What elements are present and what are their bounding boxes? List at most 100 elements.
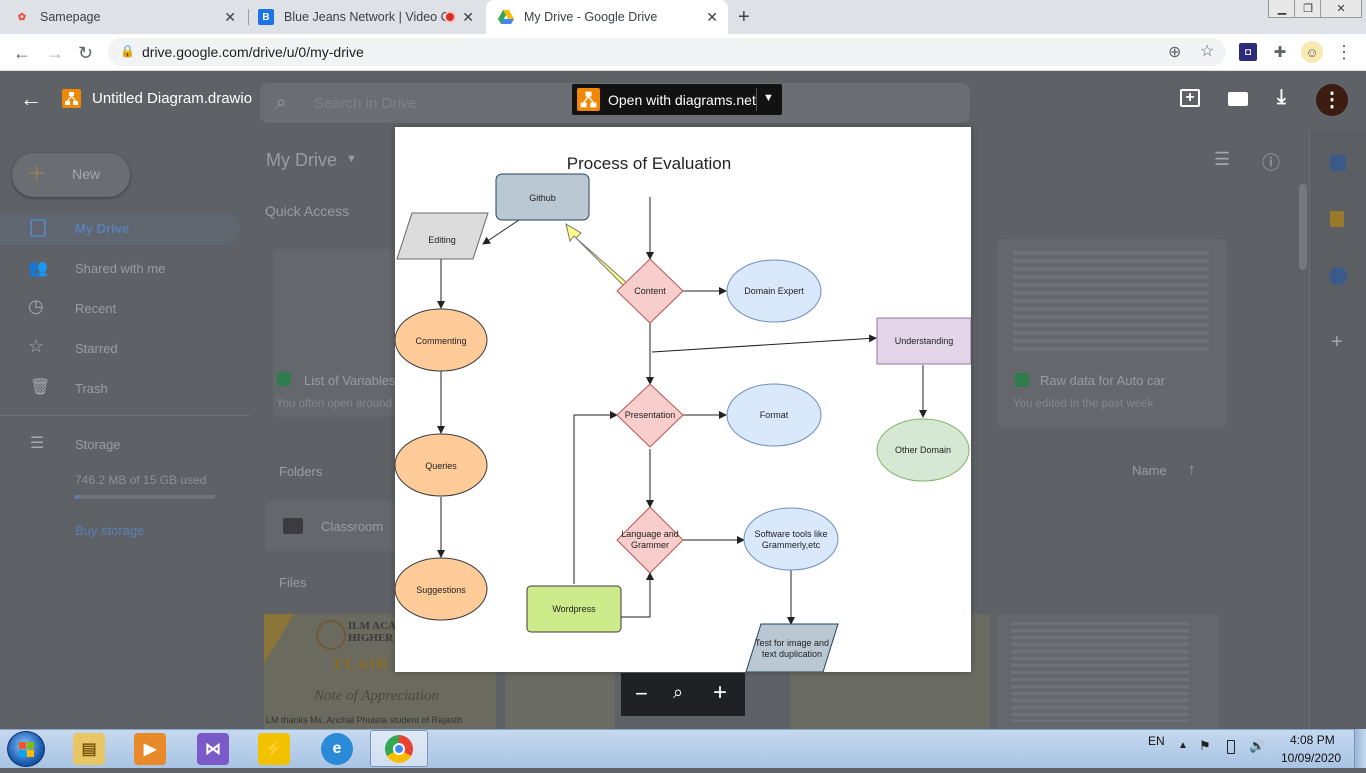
node-understanding[interactable]: Understanding xyxy=(876,317,971,365)
keep-icon[interactable] xyxy=(1330,211,1344,227)
tab-bluejeans[interactable]: B Blue Jeans Network | Video C ✕ xyxy=(258,0,484,34)
node-other-domain[interactable]: Other Domain xyxy=(876,418,970,482)
add-icon[interactable]: ⊕ xyxy=(1168,42,1181,62)
sidebar-item-shared[interactable]: 👥 Shared with me xyxy=(0,253,240,285)
node-wordpress[interactable]: Wordpress xyxy=(526,585,622,633)
zoom-out-icon[interactable]: − xyxy=(635,681,648,707)
node-queries[interactable]: Queries xyxy=(395,433,488,497)
file-card[interactable] xyxy=(997,614,1219,729)
add-to-drive-icon[interactable]: + xyxy=(1180,89,1200,107)
node-content[interactable]: Content xyxy=(616,258,684,324)
chrome-taskbar-button[interactable] xyxy=(370,730,428,767)
node-label: Github xyxy=(529,193,556,203)
sidebar-item-trash[interactable]: 🗑 Trash xyxy=(0,373,240,405)
sidebar-item-label: Starred xyxy=(75,341,118,356)
close-tab-icon[interactable]: ✕ xyxy=(462,9,474,26)
show-desktop-button[interactable] xyxy=(1354,729,1366,768)
more-options-icon[interactable]: ⋮ xyxy=(1316,84,1348,116)
visual-studio-icon[interactable]: ⋈ xyxy=(197,733,229,765)
sidebar-item-starred[interactable]: ☆ Starred xyxy=(0,333,240,365)
bookmark-star-icon[interactable]: ☆ xyxy=(1200,41,1214,61)
node-github[interactable]: Github xyxy=(495,173,590,221)
zoom-reset-icon[interactable]: ⌕ xyxy=(673,682,683,703)
calendar-icon[interactable] xyxy=(1330,155,1346,171)
info-icon[interactable]: ⓘ xyxy=(1262,149,1280,175)
sheets-icon xyxy=(1015,373,1029,387)
close-tab-icon[interactable]: ✕ xyxy=(224,9,236,26)
node-label: Grammer xyxy=(631,540,669,550)
tool-app-icon[interactable]: ⚡ xyxy=(258,733,290,765)
folders-label: Folders xyxy=(279,464,323,479)
media-player-icon[interactable]: ▶ xyxy=(134,733,166,765)
clock-time[interactable]: 4:08 PM xyxy=(1290,733,1335,747)
tab-separator xyxy=(248,9,249,25)
address-bar[interactable]: 🔒 drive.google.com/drive/u/0/my-drive ⊕ … xyxy=(108,38,1226,66)
file-explorer-icon[interactable]: ▤ xyxy=(73,733,105,765)
close-window-button[interactable]: ✕ xyxy=(1320,0,1362,18)
node-language-grammar[interactable]: Language and Grammer xyxy=(616,506,684,574)
node-label: Content xyxy=(634,286,666,296)
node-label: Test for image and xyxy=(755,638,829,648)
reload-icon[interactable]: ↻ xyxy=(78,43,93,64)
node-presentation[interactable]: Presentation xyxy=(616,383,684,448)
page-title[interactable]: My Drive xyxy=(266,150,337,171)
print-icon[interactable] xyxy=(1228,92,1248,106)
buy-storage-link[interactable]: Buy storage xyxy=(75,523,144,538)
volume-icon[interactable]: 🔊 xyxy=(1249,738,1265,754)
node-domain-expert[interactable]: Domain Expert xyxy=(726,259,822,323)
name-sort-label[interactable]: Name xyxy=(1132,463,1167,478)
people-icon: 👥 xyxy=(28,260,48,277)
tab-google-drive[interactable]: My Drive - Google Drive ✕ xyxy=(486,0,728,34)
minimize-button[interactable]: ▁ xyxy=(1268,0,1296,18)
battery-icon[interactable] xyxy=(1227,740,1235,754)
profile-avatar[interactable]: ☺ xyxy=(1301,41,1323,63)
chevron-down-icon[interactable]: ▼ xyxy=(763,92,774,104)
card-subtitle: You often open around xyxy=(276,398,392,410)
back-icon[interactable]: ← xyxy=(13,43,31,64)
viewer-back-icon[interactable]: ← xyxy=(20,86,42,112)
tab-samepage[interactable]: ✿ Samepage ✕ xyxy=(14,0,246,34)
action-center-flag-icon[interactable]: ⚑ xyxy=(1199,738,1211,754)
node-software-tools[interactable]: Software tools like Grammerly,etc xyxy=(743,507,839,571)
clock-date[interactable]: 10/09/2020 xyxy=(1281,751,1341,765)
internet-explorer-icon[interactable]: e xyxy=(321,733,353,765)
chrome-menu-icon[interactable]: ⋮ xyxy=(1335,42,1353,62)
folder-item[interactable]: Classroom xyxy=(265,501,397,551)
sort-arrow-icon[interactable]: ↑ xyxy=(1188,461,1196,478)
open-with-button[interactable]: Open with diagrams.net ▼ xyxy=(572,84,782,115)
dropdown-icon[interactable]: ▼ xyxy=(346,153,357,165)
extensions-puzzle-icon[interactable]: ✚ xyxy=(1271,43,1289,61)
forward-icon[interactable]: → xyxy=(46,43,64,64)
zoom-in-icon[interactable]: + xyxy=(713,679,727,707)
maximize-button[interactable]: ❐ xyxy=(1294,0,1322,18)
node-commenting[interactable]: Commenting xyxy=(395,308,488,372)
my-drive-icon xyxy=(30,219,46,237)
sidebar-item-label: Shared with me xyxy=(75,261,166,276)
language-indicator[interactable]: EN xyxy=(1148,734,1165,748)
sidebar-item-recent[interactable]: ◷ Recent xyxy=(0,293,240,325)
zoom-controls: − ⌕ + xyxy=(621,673,745,716)
node-suggestions[interactable]: Suggestions xyxy=(395,557,488,621)
new-button[interactable]: + New xyxy=(12,153,130,197)
list-view-icon[interactable]: ☰ xyxy=(1214,149,1230,170)
storage-icon: ☰ xyxy=(30,435,45,452)
add-addon-icon[interactable]: + xyxy=(1331,331,1343,354)
node-test-duplication[interactable]: Test for image and text duplication xyxy=(745,623,839,672)
sidebar-item-storage[interactable]: ☰ Storage xyxy=(0,431,240,459)
quick-access-card[interactable] xyxy=(273,249,395,417)
node-format[interactable]: Format xyxy=(726,383,822,447)
node-editing[interactable]: Editing xyxy=(396,212,489,260)
new-label: New xyxy=(72,166,101,182)
close-tab-icon[interactable]: ✕ xyxy=(706,9,718,26)
extension-icon[interactable]: ◘ xyxy=(1239,43,1257,61)
download-icon[interactable]: ⤓ xyxy=(1277,86,1286,109)
sidebar-item-my-drive[interactable]: My Drive xyxy=(0,213,240,245)
start-button[interactable] xyxy=(7,731,45,767)
tasks-icon[interactable] xyxy=(1329,267,1347,285)
lock-icon: 🔒 xyxy=(120,44,135,58)
show-hidden-icons[interactable]: ▲ xyxy=(1178,740,1188,751)
scrollbar[interactable] xyxy=(1299,184,1307,270)
certificate-note: Note of Appreciation xyxy=(314,688,439,704)
new-tab-button[interactable]: + xyxy=(738,6,750,29)
node-label: Other Domain xyxy=(895,445,951,455)
